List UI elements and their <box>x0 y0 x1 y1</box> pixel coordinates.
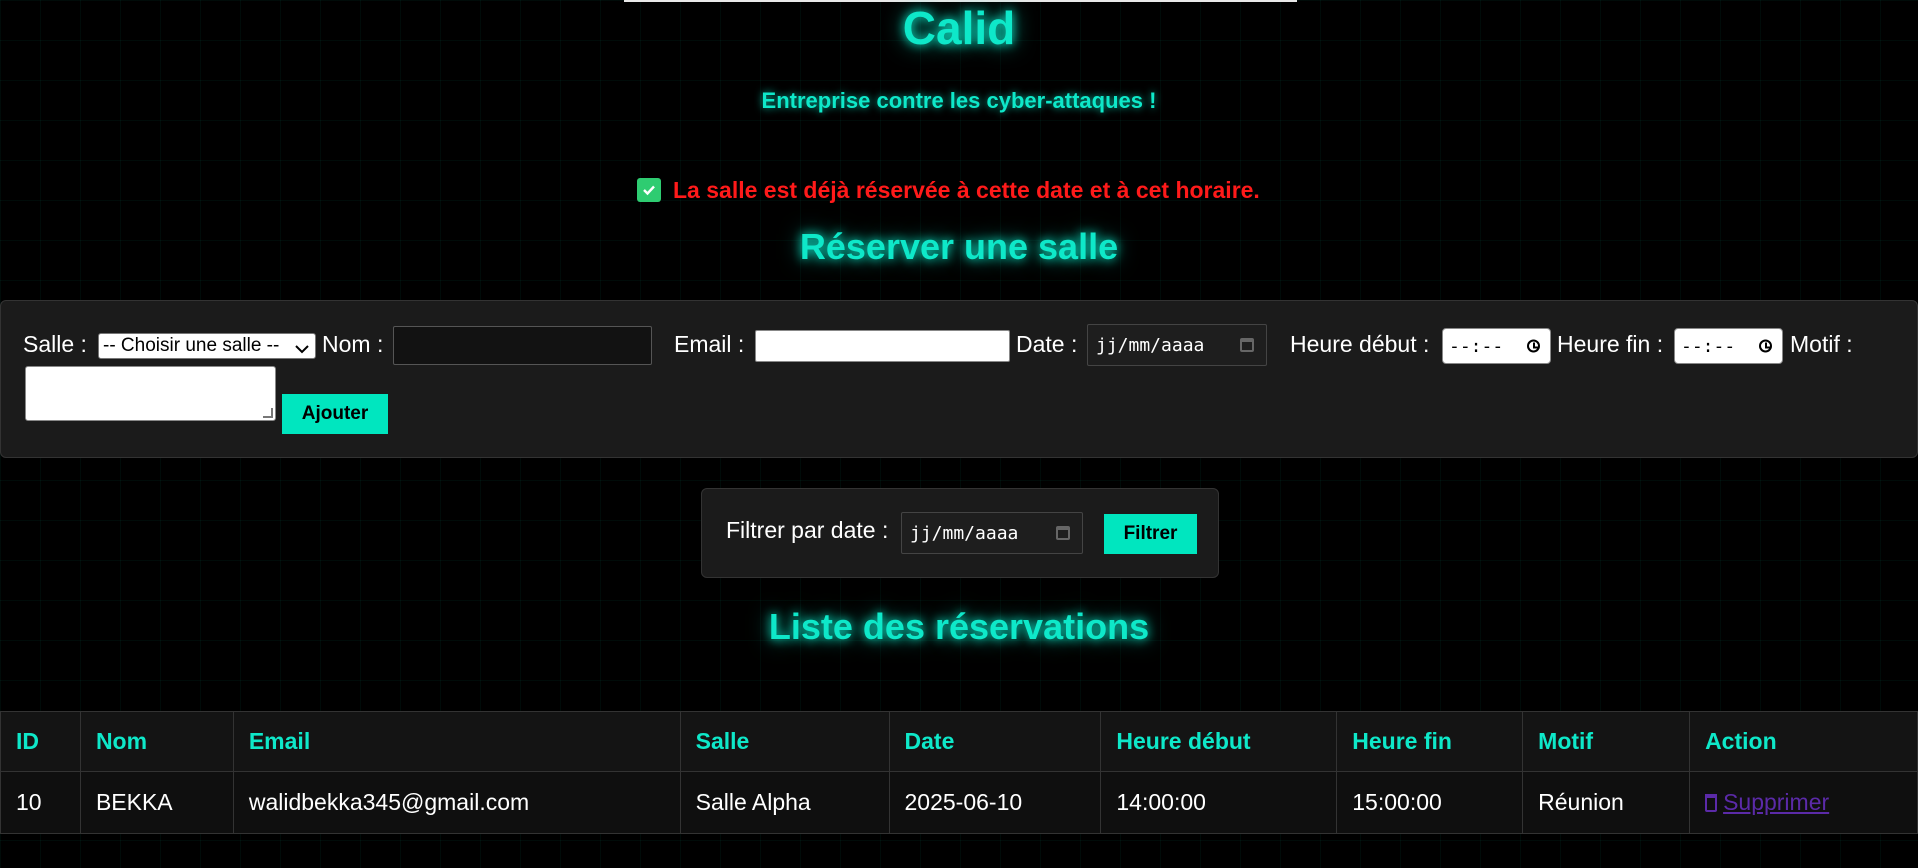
heure-debut-input[interactable]: --:-- <box>1442 328 1551 364</box>
filter-button[interactable]: Filtrer <box>1104 514 1197 554</box>
clock-icon <box>1527 339 1540 353</box>
error-alert: La salle est déjà réservée à cette date … <box>637 176 1260 204</box>
filter-label: Filtrer par date : <box>726 517 889 543</box>
alert-message: La salle est déjà réservée à cette date … <box>673 176 1260 203</box>
heure-debut-label: Heure début : <box>1290 331 1430 357</box>
clock-icon <box>1759 339 1772 353</box>
list-title: Liste des réservations <box>768 606 1150 647</box>
cell-email: walidbekka345@gmail.com <box>232 771 681 834</box>
checkbox-icon <box>637 178 661 202</box>
trash-icon <box>1705 794 1718 812</box>
salle-select-value: -- Choisir une salle -- <box>103 335 280 356</box>
table-row: 10 BEKKA walidbekka345@gmail.com Salle A… <box>0 771 1918 834</box>
filter-panel: Filtrer par date : jj/mm/aaaa Filtrer <box>701 488 1219 578</box>
col-header-nom: Nom <box>79 711 234 772</box>
cell-action: Supprimer <box>1689 771 1918 834</box>
delete-label: Supprimer <box>1723 789 1830 815</box>
filter-date-placeholder: jj/mm/aaaa <box>910 522 1019 544</box>
cell-motif: Réunion <box>1522 771 1691 834</box>
reserve-title: Réserver une salle <box>799 226 1119 267</box>
col-header-motif: Motif <box>1522 711 1691 772</box>
date-input[interactable]: jj/mm/aaaa <box>1087 324 1267 366</box>
cell-id: 10 <box>0 771 81 834</box>
motif-textarea[interactable] <box>25 366 276 421</box>
delete-link[interactable]: Supprimer <box>1705 789 1829 815</box>
filter-date-input[interactable]: jj/mm/aaaa <box>901 512 1083 554</box>
table-header-row: ID Nom Email Salle Date Heure début Heur… <box>0 711 1918 772</box>
motif-label: Motif : <box>1790 331 1853 357</box>
nom-label: Nom : <box>322 331 384 357</box>
col-header-date: Date <box>888 711 1102 772</box>
col-header-heure-debut: Heure début <box>1100 711 1338 772</box>
salle-label: Salle : <box>23 331 87 357</box>
col-header-heure-fin: Heure fin <box>1336 711 1524 772</box>
cell-date: 2025-06-10 <box>888 771 1102 834</box>
add-button[interactable]: Ajouter <box>282 394 388 434</box>
heure-fin-input[interactable]: --:-- <box>1674 328 1783 364</box>
calendar-icon <box>1240 338 1254 352</box>
col-header-action: Action <box>1689 711 1918 772</box>
heure-debut-placeholder: --:-- <box>1449 335 1504 357</box>
cell-heure-debut: 14:00:00 <box>1100 771 1338 834</box>
heure-fin-placeholder: --:-- <box>1681 335 1736 357</box>
col-header-id: ID <box>0 711 81 772</box>
reservation-form: Salle : -- Choisir une salle -- Nom : Em… <box>0 300 1918 458</box>
resize-handle-icon[interactable] <box>263 408 273 418</box>
date-input-placeholder: jj/mm/aaaa <box>1096 334 1205 356</box>
cell-salle: Salle Alpha <box>679 771 890 834</box>
nom-input[interactable] <box>393 326 652 365</box>
cell-nom: BEKKA <box>79 771 234 834</box>
calendar-icon <box>1056 526 1070 540</box>
heure-fin-label: Heure fin : <box>1557 331 1664 357</box>
date-label: Date : <box>1016 331 1078 357</box>
salle-select[interactable]: -- Choisir une salle -- <box>98 333 316 359</box>
email-label: Email : <box>674 331 745 357</box>
brand-title: Calid <box>902 2 1016 54</box>
cell-heure-fin: 15:00:00 <box>1336 771 1524 834</box>
tagline: Entreprise contre les cyber-attaques ! <box>761 88 1157 113</box>
chevron-down-icon <box>295 341 309 357</box>
col-header-salle: Salle <box>679 711 890 772</box>
email-input[interactable] <box>755 330 1010 362</box>
col-header-email: Email <box>232 711 681 772</box>
reservations-table: ID Nom Email Salle Date Heure début Heur… <box>0 711 1918 834</box>
